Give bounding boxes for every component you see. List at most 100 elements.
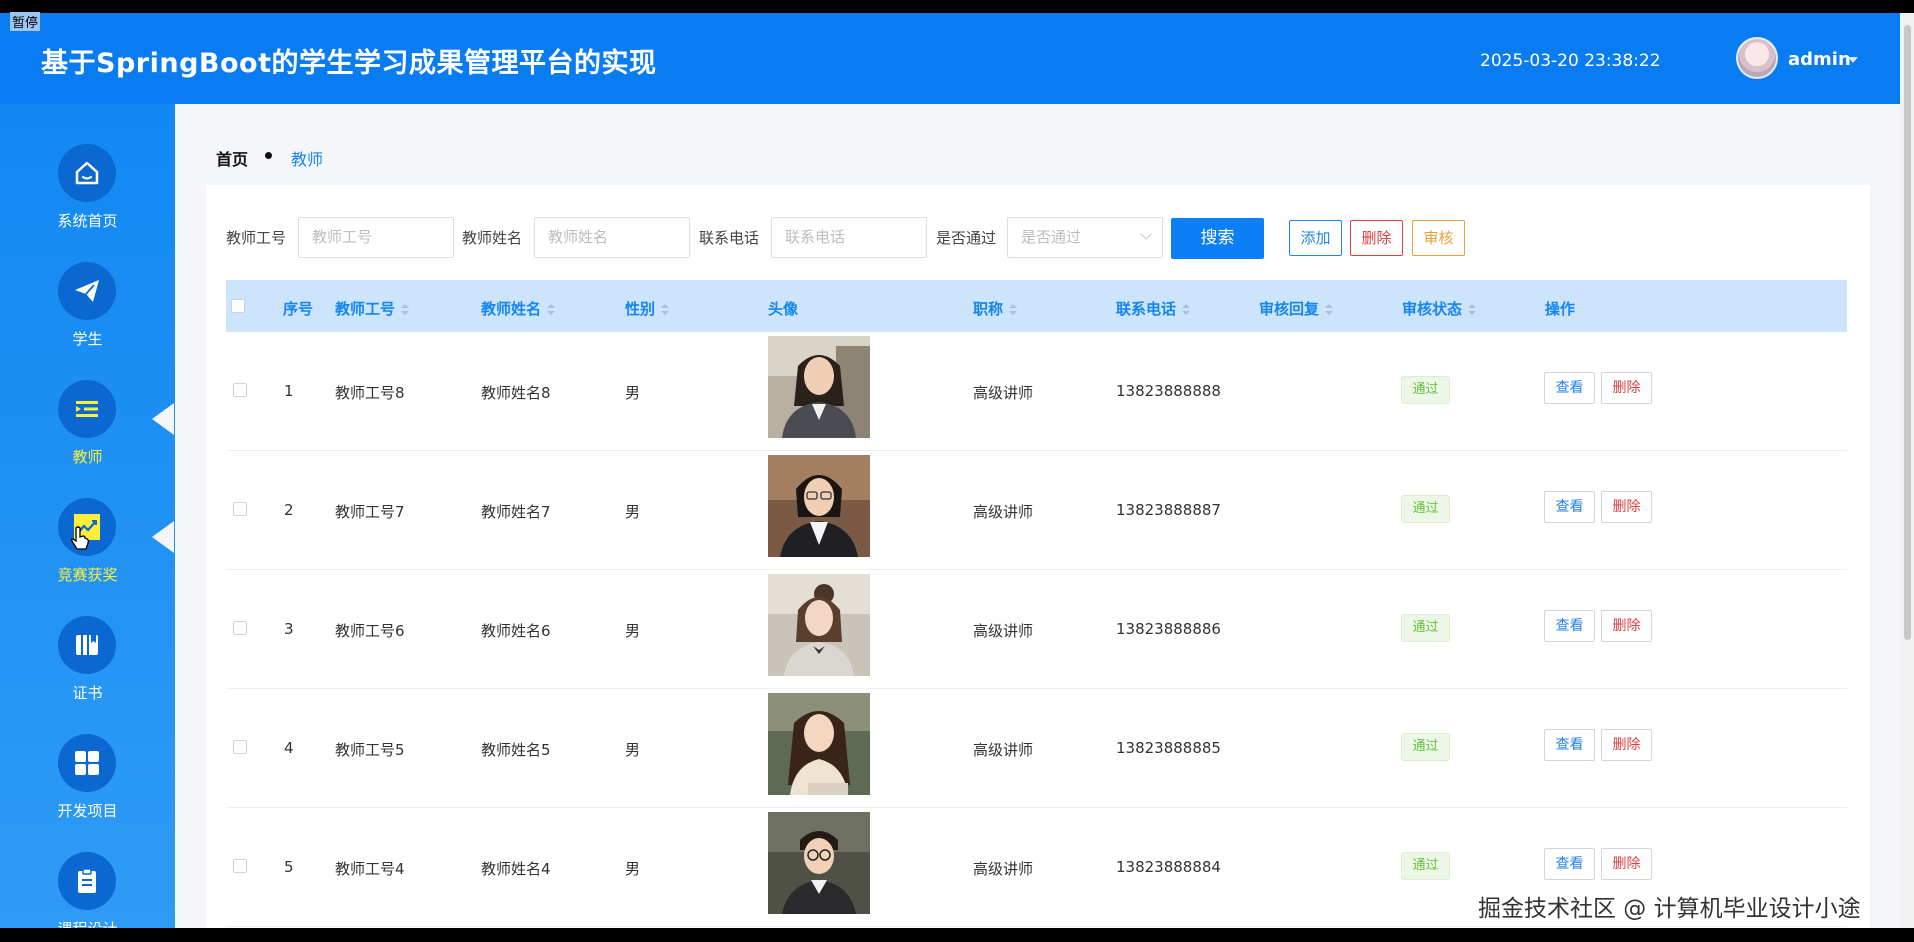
list-indent-icon	[58, 380, 116, 438]
cell-name: 教师姓名5	[481, 741, 551, 759]
top-header: 基于SpringBoot的学生学习成果管理平台的实现 2025-03-20 23…	[0, 13, 1900, 104]
cell-title: 高级讲师	[973, 741, 1034, 759]
cell-gender: 男	[625, 384, 641, 402]
view-button[interactable]: 查看	[1544, 372, 1595, 404]
column-header-name[interactable]: 教师姓名	[481, 298, 556, 319]
scrollbar-thumb[interactable]	[1904, 25, 1911, 640]
teacher-photo[interactable]	[768, 455, 870, 557]
column-header-label: 联系电话	[1116, 300, 1177, 318]
breadcrumb: 首页 教师	[216, 146, 323, 170]
column-header-teacher-no[interactable]: 教师工号	[335, 298, 410, 319]
approved-select-value: 是否通过	[1021, 228, 1082, 246]
clipboard-icon	[58, 852, 116, 910]
approved-label: 是否通过	[936, 229, 997, 247]
status-badge: 通过	[1401, 376, 1450, 404]
sidebar-item-teachers[interactable]: 教师	[0, 380, 175, 490]
sort-icon[interactable]	[1009, 303, 1018, 316]
column-header-gender[interactable]: 性别	[625, 298, 670, 319]
current-datetime: 2025-03-20 23:38:22	[1480, 51, 1661, 71]
sidebar-item-label: 教师	[72, 448, 103, 466]
sort-icon[interactable]	[1468, 303, 1477, 316]
table-header: 序号 教师工号 教师姓名 性别 头像 职称 联系电话 审核回复 审核状态 操作	[226, 280, 1847, 332]
delete-button[interactable]: 删除	[1350, 220, 1403, 256]
sort-icon[interactable]	[401, 303, 410, 316]
cell-title: 高级讲师	[973, 384, 1034, 402]
column-header-phone[interactable]: 联系电话	[1116, 298, 1191, 319]
row-checkbox[interactable]	[233, 502, 247, 516]
sort-icon[interactable]	[1182, 303, 1191, 316]
cell-teacher-no: 教师工号5	[335, 741, 405, 759]
cell-gender: 男	[625, 860, 641, 878]
cell-title: 高级讲师	[973, 503, 1034, 521]
avatar[interactable]	[1736, 37, 1778, 79]
column-header-index: 序号	[283, 300, 314, 318]
view-button[interactable]: 查看	[1544, 848, 1595, 880]
row-delete-button[interactable]: 删除	[1601, 372, 1652, 404]
column-header-reply[interactable]: 审核回复	[1259, 298, 1334, 319]
teacher-photo[interactable]	[768, 574, 870, 676]
table-row: 4 教师工号5 教师姓名5 男 高级讲师 13823888885 通过 查看 删…	[226, 689, 1847, 808]
cell-phone: 13823888888	[1116, 382, 1221, 400]
home-icon	[58, 144, 116, 202]
row-delete-button[interactable]: 删除	[1601, 491, 1652, 523]
table-row: 3 教师工号6 教师姓名6 男 高级讲师 13823888886 通过 查看 删…	[226, 570, 1847, 689]
column-header-title[interactable]: 职称	[973, 298, 1018, 319]
chevron-down-icon[interactable]	[1848, 57, 1858, 63]
column-header-label: 审核状态	[1402, 300, 1463, 318]
row-checkbox[interactable]	[233, 621, 247, 635]
cell-name: 教师姓名6	[481, 622, 551, 640]
cell-phone: 13823888884	[1116, 858, 1221, 876]
column-header-label: 性别	[625, 300, 656, 318]
teacher-no-input[interactable]: 教师工号	[298, 217, 454, 258]
row-delete-button[interactable]: 删除	[1601, 610, 1652, 642]
sidebar-item-label: 竞赛获奖	[57, 566, 118, 584]
sidebar-item-certificates[interactable]: 证书	[0, 616, 175, 726]
row-delete-button[interactable]: 删除	[1601, 848, 1652, 880]
cell-index: 4	[284, 739, 294, 757]
teacher-photo[interactable]	[768, 693, 870, 795]
view-button[interactable]: 查看	[1544, 491, 1595, 523]
sort-icon[interactable]	[661, 303, 670, 316]
sidebar-item-students[interactable]: 学生	[0, 262, 175, 372]
view-button[interactable]: 查看	[1544, 610, 1595, 642]
cell-name: 教师姓名8	[481, 384, 551, 402]
book-icon	[58, 616, 116, 674]
sort-icon[interactable]	[1325, 303, 1334, 316]
sidebar-item-course-design[interactable]: 课程设计	[0, 852, 175, 928]
search-button[interactable]: 搜索	[1171, 218, 1264, 259]
select-all-checkbox[interactable]	[231, 299, 245, 313]
teacher-name-label: 教师姓名	[462, 229, 523, 247]
hand-cursor-icon	[70, 526, 90, 556]
cell-index: 3	[284, 620, 294, 638]
add-button[interactable]: 添加	[1289, 220, 1342, 256]
status-badge: 通过	[1401, 614, 1450, 642]
audit-button[interactable]: 审核	[1412, 220, 1465, 256]
table-row: 1 教师工号8 教师姓名8 男 高级讲师 13823888888 通过 查看 删…	[226, 332, 1847, 451]
cell-name: 教师姓名7	[481, 503, 551, 521]
view-button[interactable]: 查看	[1544, 729, 1595, 761]
teacher-photo[interactable]	[768, 812, 870, 914]
row-checkbox[interactable]	[233, 383, 247, 397]
sidebar-item-label: 学生	[72, 330, 103, 348]
sidebar-item-home[interactable]: 系统首页	[0, 144, 175, 254]
page-title: 基于SpringBoot的学生学习成果管理平台的实现	[41, 48, 657, 79]
row-delete-button[interactable]: 删除	[1601, 729, 1652, 761]
sort-icon[interactable]	[547, 303, 556, 316]
row-checkbox[interactable]	[233, 740, 247, 754]
column-header-status[interactable]: 审核状态	[1402, 298, 1477, 319]
cell-title: 高级讲师	[973, 860, 1034, 878]
status-badge: 通过	[1401, 495, 1450, 523]
approved-select[interactable]: 是否通过	[1007, 217, 1163, 258]
column-header-actions: 操作	[1545, 300, 1576, 318]
row-checkbox[interactable]	[233, 859, 247, 873]
breadcrumb-home[interactable]: 首页	[216, 150, 248, 169]
teacher-photo[interactable]	[768, 336, 870, 438]
teacher-name-input[interactable]: 教师姓名	[534, 217, 690, 258]
sidebar-item-projects[interactable]: 开发项目	[0, 734, 175, 844]
table-row	[226, 927, 1847, 928]
username-label[interactable]: admin	[1788, 49, 1851, 70]
cell-teacher-no: 教师工号4	[335, 860, 405, 878]
table-row: 2 教师工号7 教师姓名7 男 高级讲师 13823888887 通过 查看 删…	[226, 451, 1847, 570]
phone-label: 联系电话	[699, 229, 760, 247]
phone-input[interactable]: 联系电话	[771, 217, 927, 258]
